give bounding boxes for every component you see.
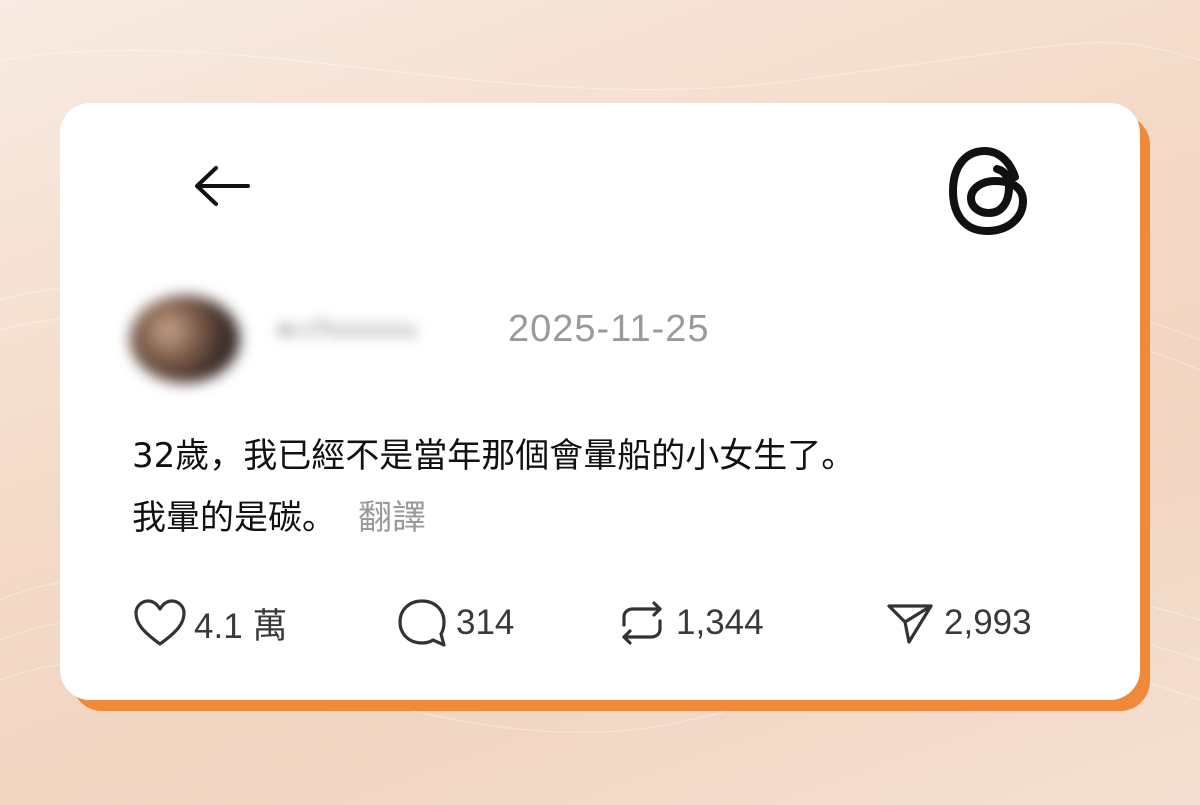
share-button[interactable]: 2,993 <box>882 595 1032 651</box>
translate-link[interactable]: 翻譯 <box>358 498 426 538</box>
reply-button[interactable]: 314 <box>394 595 514 651</box>
post-text-line-2-content: 我暈的是碳。 <box>132 498 336 538</box>
share-count: 2,993 <box>944 603 1032 642</box>
heart-icon <box>132 595 188 651</box>
reply-count: 314 <box>456 603 515 642</box>
post-card: w.chuuuuu 2025-11-25 32歲，我已經不是當年那個會暈船的小女… <box>60 103 1140 700</box>
username[interactable]: w.chuuuuu <box>276 311 488 347</box>
post-date: 2025-11-25 <box>508 308 710 350</box>
send-icon <box>882 595 938 651</box>
repost-count: 1,344 <box>676 603 764 642</box>
action-bar: 4.1 萬 314 1,344 2,993 <box>132 595 1092 651</box>
post-text-line-1: 32歲，我已經不是當年那個會暈船的小女生了。 <box>132 436 856 476</box>
post-text-line-2: 我暈的是碳。 翻譯 <box>132 487 1112 549</box>
avatar[interactable] <box>130 295 240 383</box>
comment-bubble-icon <box>394 595 450 651</box>
like-count: 4.1 萬 <box>194 606 288 646</box>
repost-icon <box>614 595 670 651</box>
post-text: 32歲，我已經不是當年那個會暈船的小女生了。 我暈的是碳。 翻譯 <box>132 425 1112 549</box>
like-button[interactable]: 4.1 萬 <box>132 595 287 651</box>
arrow-left-icon <box>195 166 250 206</box>
threads-logo-icon <box>944 143 1034 239</box>
repost-button[interactable]: 1,344 <box>614 595 764 651</box>
back-button[interactable] <box>190 158 254 214</box>
